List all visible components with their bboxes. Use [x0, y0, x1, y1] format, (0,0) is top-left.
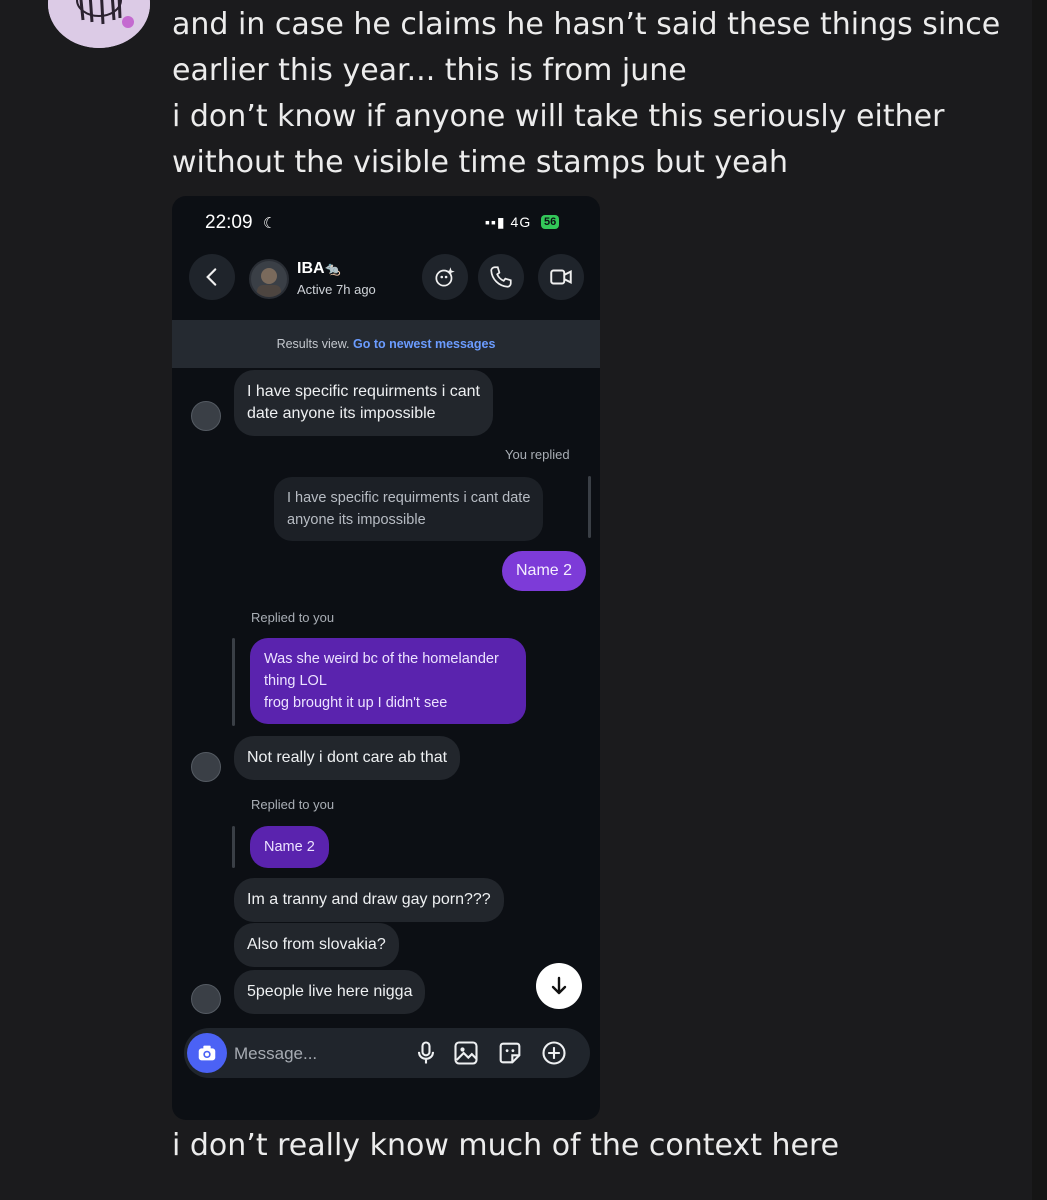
arrow-down-icon — [551, 976, 567, 995]
phone-icon — [490, 266, 512, 288]
message-bubble[interactable]: I have specific requirments i cant date … — [234, 370, 493, 436]
quoted-reply[interactable]: Was she weird bc of the homelander thing… — [250, 638, 526, 724]
message-line: I have specific requirments i cant — [247, 383, 480, 400]
post-footer-text: i don’t really know much of the context … — [172, 1128, 840, 1163]
message-bubble[interactable]: 5people live here nigga — [234, 970, 426, 1014]
camera-button[interactable] — [187, 1033, 227, 1073]
status-time: 22:09 — [205, 212, 253, 233]
status-bar: 22:09 ☾ ▪▪▮ 4G 56 — [172, 196, 600, 246]
video-call-button[interactable] — [538, 254, 584, 300]
post-line: and in case he claims he hasn’t said the… — [172, 7, 1001, 42]
add-circle-icon[interactable] — [540, 1039, 568, 1067]
sender-avatar[interactable] — [191, 401, 221, 431]
rat-emoji: 🐀 — [324, 261, 341, 276]
replied-to-you-label: Replied to you — [251, 610, 335, 625]
go-to-newest-link[interactable]: Go to newest messages — [353, 337, 495, 351]
message-bubble[interactable]: Also from slovakia? — [234, 923, 399, 967]
gallery-icon[interactable] — [452, 1039, 480, 1067]
outgoing-message[interactable]: Name 2 — [502, 551, 587, 591]
reply-rail — [232, 826, 235, 868]
contact-name-text: IBA — [297, 260, 325, 277]
quoted-line: frog brought it up I didn't see — [264, 695, 448, 711]
camera-icon — [198, 1045, 216, 1061]
video-camera-icon — [550, 269, 572, 285]
effects-button[interactable] — [422, 254, 468, 300]
you-replied-label: You replied — [505, 447, 570, 462]
sender-avatar[interactable] — [191, 984, 221, 1014]
back-button[interactable] — [189, 254, 235, 300]
sender-avatar[interactable] — [191, 752, 221, 782]
post-line: i don’t know if anyone will take this se… — [172, 99, 945, 134]
post-container: and in case he claims he hasn’t said the… — [0, 0, 1032, 1200]
message-bubble[interactable]: Im a tranny and draw gay porn??? — [234, 878, 504, 922]
results-view-banner: Results view. Go to newest messages — [172, 320, 600, 368]
quoted-line: thing LOL — [264, 673, 327, 689]
quoted-message[interactable]: I have specific requirments i cant date … — [274, 477, 544, 541]
contact-avatar[interactable] — [249, 259, 289, 299]
author-avatar[interactable] — [48, 0, 150, 48]
post-line: earlier this year... this is from june — [172, 53, 687, 88]
post-body: and in case he claims he hasn’t said the… — [172, 2, 1002, 186]
scroll-to-bottom-button[interactable] — [536, 963, 582, 1009]
contact-active-status: Active 7h ago — [297, 282, 376, 297]
avatar-sketch-icon — [48, 0, 150, 48]
replied-to-you-label: Replied to you — [251, 797, 335, 812]
call-button[interactable] — [478, 254, 524, 300]
post-line: without the visible time stamps but yeah — [172, 145, 788, 180]
message-composer — [184, 1028, 590, 1078]
reply-rail — [232, 638, 235, 726]
network-type: 4G — [510, 214, 532, 230]
battery-badge: 56 — [541, 215, 560, 229]
quoted-line: Was she weird bc of the homelander — [264, 651, 499, 667]
message-bubble[interactable]: Not really i dont care ab that — [234, 736, 461, 780]
quoted-line: I have specific requirments i cant date — [287, 490, 531, 506]
message-input[interactable] — [232, 1038, 406, 1070]
message-line: date anyone its impossible — [247, 405, 436, 422]
chat-screenshot: 22:09 ☾ ▪▪▮ 4G 56 IBA🐀 Active 7h ago Res… — [172, 196, 600, 1120]
contact-name[interactable]: IBA🐀 — [297, 260, 341, 278]
reply-rail — [588, 476, 591, 538]
quoted-line: anyone its impossible — [287, 512, 426, 528]
results-view-text: Results view. — [276, 337, 350, 351]
microphone-icon[interactable] — [412, 1039, 440, 1067]
moon-icon: ☾ — [263, 215, 277, 232]
quoted-reply[interactable]: Name 2 — [250, 826, 329, 868]
chevron-left-icon — [206, 268, 217, 286]
network-label: ▪▪▮ 4G — [485, 214, 531, 231]
person-icon — [257, 268, 281, 297]
effects-icon — [435, 267, 455, 287]
signal-icon: ▪▪▮ — [485, 214, 511, 230]
sticker-icon[interactable] — [496, 1039, 524, 1067]
